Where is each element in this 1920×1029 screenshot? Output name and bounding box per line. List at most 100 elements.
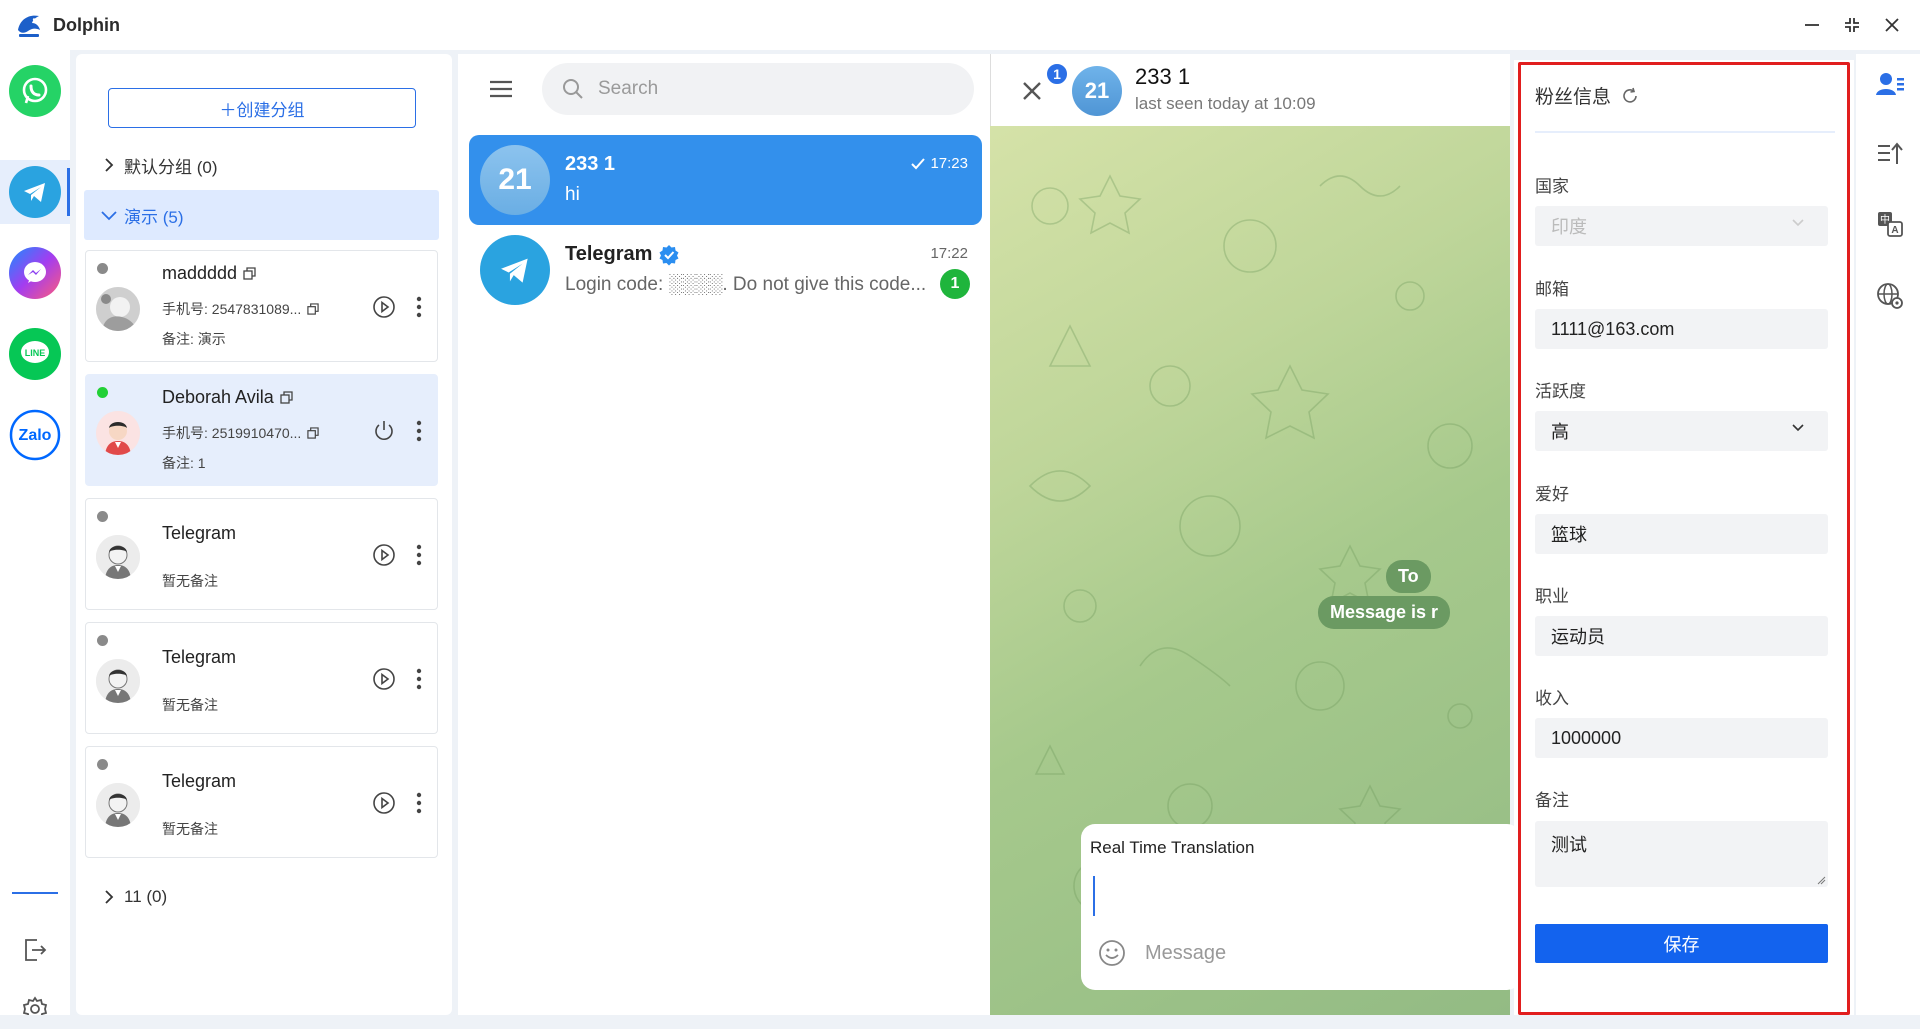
play-circle-icon (373, 296, 395, 318)
chevron-down-icon (1792, 424, 1804, 432)
more-vertical-icon (416, 792, 422, 814)
copy-icon[interactable] (307, 427, 319, 439)
status-dot-offline (97, 511, 108, 522)
rail-divider (12, 892, 58, 894)
conversation-panel: 1 21 233 1 last seen today at 10:09 To M… (990, 54, 1521, 1015)
chat-item[interactable]: 21 233 1 17:23 hi (469, 135, 982, 225)
more-options-button[interactable] (410, 542, 428, 568)
message-input[interactable]: Message (1145, 942, 1226, 965)
avatar (96, 535, 140, 579)
line-logo-text: LINE (25, 348, 46, 358)
translation-input[interactable] (1093, 876, 1095, 916)
power-icon (375, 421, 393, 440)
account-card[interactable]: Telegram 暂无备注 (85, 746, 438, 858)
tool-rail: 中A (1856, 54, 1920, 1015)
account-card[interactable]: maddddd 手机号: 2547831089... 备注: 演示 (85, 250, 438, 362)
close-icon (1023, 82, 1041, 100)
translate-icon: 中A (1878, 212, 1903, 237)
translate-tab[interactable]: 中A (1874, 208, 1906, 240)
status-dot-offline (97, 759, 108, 770)
restore-button[interactable] (1832, 0, 1872, 50)
emoji-icon[interactable] (1097, 938, 1127, 968)
divider (1535, 131, 1835, 133)
chat-list-panel: 21 233 1 17:23 hi Telegram 17:22 Login c… (458, 54, 990, 1015)
zalo-logo-text: Zalo (19, 427, 52, 444)
start-account-button[interactable] (371, 542, 397, 568)
more-vertical-icon (416, 296, 422, 318)
date-pill: To (1386, 560, 1431, 593)
account-card[interactable]: Deborah Avila 手机号: 2519910470... 备注: 1 (85, 374, 438, 486)
job-label: 职业 (1535, 587, 1569, 606)
rail-app-telegram[interactable] (9, 166, 61, 218)
title-bar: Dolphin (0, 0, 1920, 50)
group-11-label: 11 (0) (124, 887, 168, 906)
account-phone: 手机号: 2519910470... (162, 425, 302, 441)
more-options-button[interactable] (410, 790, 428, 816)
quick-reply-tab[interactable] (1874, 138, 1906, 170)
globe-settings-icon (1877, 283, 1903, 309)
unread-count-badge: 1 (1045, 62, 1069, 86)
account-note: 暂无备注 (162, 697, 218, 713)
more-options-button[interactable] (410, 294, 428, 320)
start-account-button[interactable] (371, 294, 397, 320)
menu-button[interactable] (488, 78, 514, 100)
conversation-header: 1 21 233 1 last seen today at 10:09 (990, 54, 1510, 126)
avatar (96, 411, 140, 455)
play-circle-icon (373, 792, 395, 814)
group-11[interactable]: 11 (0) (84, 873, 439, 921)
activity-select[interactable]: 高 (1535, 411, 1828, 451)
stop-account-button[interactable] (371, 418, 397, 444)
create-group-button[interactable]: ＋创建分组 (108, 88, 416, 128)
save-button[interactable]: 保存 (1535, 924, 1828, 963)
telegram-avatar-icon (480, 235, 550, 305)
account-card[interactable]: Telegram 暂无备注 (85, 622, 438, 734)
search-box[interactable] (542, 63, 974, 115)
avatar (96, 783, 140, 827)
close-window-button[interactable] (1872, 0, 1912, 50)
rail-app-messenger[interactable] (9, 247, 61, 299)
chat-preview: Login code: ░░░░. Do not give this code.… (565, 274, 927, 295)
account-note: 备注: 演示 (162, 331, 226, 347)
more-options-button[interactable] (410, 666, 428, 692)
country-select[interactable]: 印度 (1535, 206, 1828, 246)
telegram-icon (24, 183, 45, 202)
close-chat-button[interactable] (1021, 80, 1043, 102)
start-account-button[interactable] (371, 666, 397, 692)
resize-grip-icon[interactable] (1816, 875, 1826, 885)
remark-textarea[interactable]: 测试 (1535, 821, 1828, 887)
copy-icon[interactable] (280, 391, 293, 404)
refresh-icon[interactable] (1621, 87, 1639, 105)
hobby-field[interactable]: 篮球 (1535, 514, 1828, 554)
account-phone: 手机号: 2547831089... (162, 301, 302, 317)
logout-button[interactable] (20, 935, 50, 965)
app-title: Dolphin (53, 14, 120, 35)
check-icon (911, 157, 926, 169)
income-field[interactable]: 1000000 (1535, 718, 1828, 758)
rail-app-zalo[interactable]: Zalo (9, 409, 61, 461)
contact-info-tab[interactable] (1874, 68, 1906, 100)
realtime-translation-label: Real Time Translation (1090, 838, 1255, 857)
copy-icon[interactable] (243, 267, 256, 280)
messenger-icon (24, 262, 46, 283)
group-default[interactable]: 默认分组 (0) (84, 141, 439, 189)
rail-app-line[interactable]: LINE (9, 328, 61, 380)
account-card[interactable]: Telegram 暂无备注 (85, 498, 438, 610)
proxy-settings-tab[interactable] (1874, 280, 1906, 312)
account-note: 暂无备注 (162, 821, 218, 837)
more-options-button[interactable] (410, 418, 428, 444)
hobby-label: 爱好 (1535, 485, 1569, 504)
fan-info-title: 粉丝信息 (1535, 87, 1612, 108)
sort-up-icon (1878, 142, 1903, 164)
chevron-right-icon (94, 158, 124, 172)
job-field[interactable]: 运动员 (1535, 616, 1828, 656)
search-input[interactable] (598, 78, 938, 100)
email-field[interactable]: 1111@163.com (1535, 309, 1828, 349)
start-account-button[interactable] (371, 790, 397, 816)
chat-item[interactable]: Telegram 17:22 Login code: ░░░░. Do not … (469, 225, 982, 315)
copy-icon[interactable] (307, 303, 319, 315)
minimize-button[interactable] (1792, 0, 1832, 50)
play-circle-icon (373, 668, 395, 690)
group-demo[interactable]: 演示 (5) (84, 190, 439, 240)
account-name: Telegram (162, 771, 237, 791)
rail-app-whatsapp[interactable] (9, 65, 61, 117)
